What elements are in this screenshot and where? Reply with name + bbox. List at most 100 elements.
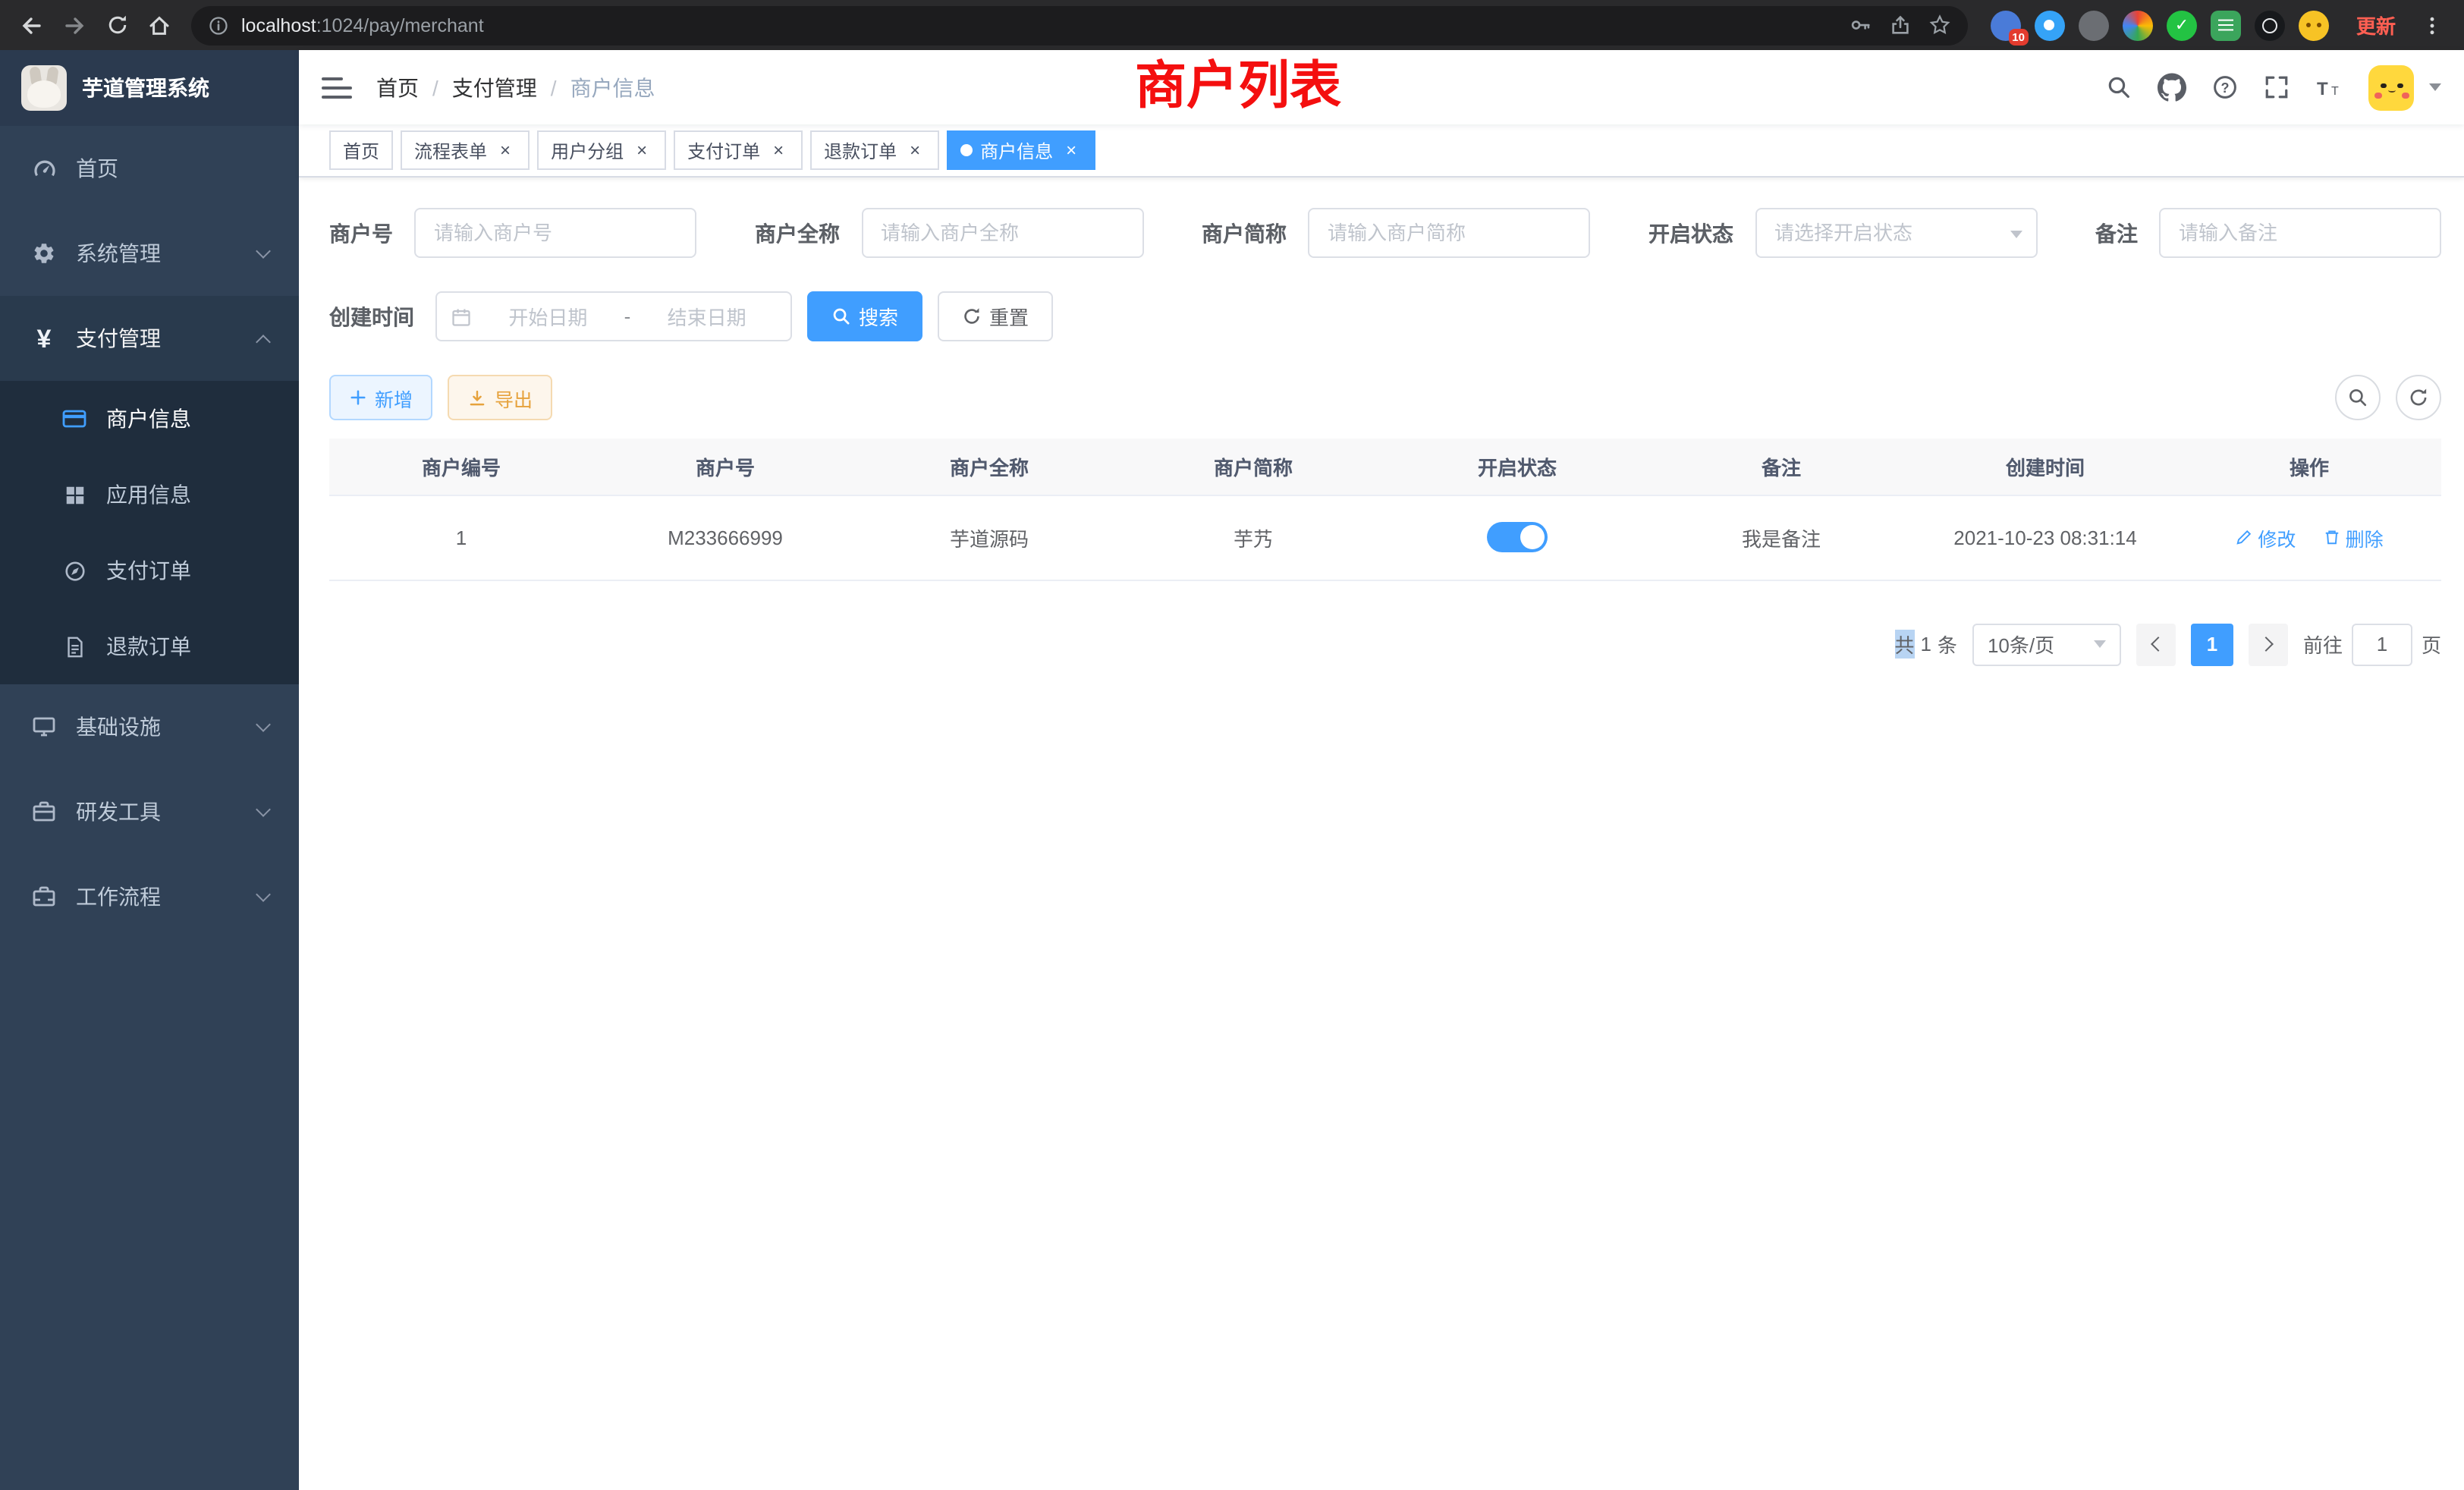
tab-process-form[interactable]: 流程表单 [401, 130, 530, 170]
sidebar-item-system[interactable]: 系统管理 [0, 211, 299, 296]
total-count: 1 [1920, 633, 1931, 655]
field-label: 商户全称 [755, 218, 840, 248]
merchant-short-name-input[interactable] [1308, 208, 1590, 258]
user-avatar[interactable] [2368, 64, 2414, 110]
close-icon[interactable] [904, 140, 926, 161]
active-dot [960, 144, 973, 156]
cell-actions: 修改 删除 [2177, 495, 2441, 580]
page-size-select[interactable]: 10条/页 [1972, 623, 2121, 665]
sidebar-item-refund-order[interactable]: 退款订单 [0, 608, 299, 684]
notes-extension-icon[interactable] [2211, 10, 2241, 40]
tab-user-group[interactable]: 用户分组 [537, 130, 666, 170]
puzzle-extension-icon[interactable]: 10 [1991, 10, 2021, 40]
content: 商户号 商户全称 商户简称 开启状态 [299, 178, 2464, 1490]
password-key-icon[interactable] [1850, 14, 1872, 36]
user-caret-down-icon[interactable] [2429, 83, 2441, 91]
tab-refund-order[interactable]: 退款订单 [810, 130, 939, 170]
field-label: 商户号 [329, 218, 393, 248]
close-icon[interactable] [631, 140, 652, 161]
breadcrumb-payment[interactable]: 支付管理 [452, 72, 537, 102]
browser-back-icon[interactable] [12, 5, 52, 45]
sidebar-item-home[interactable]: 首页 [0, 126, 299, 211]
browser-menu-dots-icon[interactable] [2412, 5, 2452, 45]
menu-label: 商户信息 [106, 404, 191, 434]
tab-home[interactable]: 首页 [329, 130, 393, 170]
delete-link[interactable]: 删除 [2323, 523, 2384, 552]
browser-toolbar: localhost:1024/pay/merchant 10 更新 [0, 0, 2464, 50]
font-size-icon[interactable]: TT [2315, 75, 2343, 99]
cell-merchant-no: M233666999 [593, 495, 857, 580]
merchant-no-input[interactable] [414, 208, 696, 258]
merchant-full-name-input[interactable] [861, 208, 1143, 258]
field-merchant-short-name: 商户简称 [1202, 208, 1590, 258]
tab-pay-order[interactable]: 支付订单 [674, 130, 803, 170]
status-toggle[interactable] [1487, 522, 1548, 552]
sidebar-item-merchant-info[interactable]: 商户信息 [0, 381, 299, 457]
start-date-placeholder[interactable]: 开始日期 [478, 302, 618, 331]
header-search-icon[interactable] [2106, 74, 2132, 100]
search-button[interactable]: 搜索 [807, 291, 922, 341]
tab-merchant-info[interactable]: 商户信息 [947, 130, 1095, 170]
help-icon[interactable]: ? [2212, 74, 2238, 100]
browser-update-button[interactable]: 更新 [2343, 11, 2409, 39]
sidebar-item-infrastructure[interactable]: 基础设施 [0, 684, 299, 769]
end-date-placeholder[interactable]: 结束日期 [636, 302, 777, 331]
sidebar-item-payment[interactable]: ¥ 支付管理 [0, 296, 299, 381]
add-button-label: 新增 [375, 383, 413, 412]
reset-button[interactable]: 重置 [938, 291, 1053, 341]
col-short-name: 商户简称 [1121, 439, 1385, 495]
close-icon[interactable] [1061, 140, 1082, 161]
browser-forward-icon[interactable] [55, 5, 94, 45]
page-1-button[interactable]: 1 [2191, 623, 2233, 665]
toggle-search-icon[interactable] [2335, 375, 2381, 420]
refresh-table-icon[interactable] [2396, 375, 2441, 420]
breadcrumb-current: 商户信息 [570, 72, 655, 102]
browser-refresh-icon[interactable] [97, 5, 137, 45]
green-check-extension-icon[interactable] [2167, 10, 2197, 40]
remark-input[interactable] [2159, 208, 2441, 258]
search-form-row-1: 商户号 商户全称 商户简称 开启状态 [329, 208, 2441, 258]
sidebar-item-workflow[interactable]: 工作流程 [0, 854, 299, 939]
navbar-actions: ? TT [2106, 64, 2441, 110]
field-remark: 备注 [2095, 208, 2441, 258]
app-logo[interactable]: 芋道管理系统 [0, 50, 299, 126]
browser-home-icon[interactable] [140, 5, 179, 45]
sidebar-item-devtools[interactable]: 研发工具 [0, 769, 299, 854]
page-size-label: 10条/页 [1988, 630, 2054, 659]
prev-page-button[interactable] [2136, 623, 2176, 665]
next-page-button[interactable] [2249, 623, 2288, 665]
export-button[interactable]: 导出 [448, 375, 552, 420]
gray-extension-icon[interactable] [2079, 10, 2109, 40]
payment-submenu: 商户信息 应用信息 支付订单 退款订单 [0, 381, 299, 684]
sidebar-item-app-info[interactable]: 应用信息 [0, 457, 299, 533]
site-info-icon[interactable] [208, 14, 229, 36]
hamburger-icon[interactable] [322, 77, 352, 98]
breadcrumb-home[interactable]: 首页 [376, 72, 419, 102]
close-icon[interactable] [495, 140, 516, 161]
col-status: 开启状态 [1385, 439, 1649, 495]
delete-link-label: 删除 [2346, 523, 2384, 552]
github-icon[interactable] [2158, 73, 2186, 102]
drop-extension-icon[interactable] [2035, 10, 2065, 40]
add-button[interactable]: 新增 [329, 375, 432, 420]
edit-link[interactable]: 修改 [2235, 523, 2296, 552]
share-icon[interactable] [1889, 14, 1912, 36]
bookmark-star-icon[interactable] [1928, 14, 1951, 36]
field-create-time: 创建时间 开始日期 - 结束日期 [329, 291, 792, 341]
status-select-input[interactable] [1755, 208, 2037, 258]
status-select[interactable] [1755, 208, 2037, 258]
app-title: 芋道管理系统 [82, 73, 209, 103]
color-wheel-extension-icon[interactable] [2123, 10, 2153, 40]
date-range-picker[interactable]: 开始日期 - 结束日期 [435, 291, 792, 341]
pagination: 共 1 条 10条/页 1 前往 页 [329, 623, 2441, 665]
sidebar-item-pay-order[interactable]: 支付订单 [0, 533, 299, 608]
browser-address-bar[interactable]: localhost:1024/pay/merchant [191, 5, 1968, 45]
search-button-label: 搜索 [859, 302, 898, 331]
fullscreen-icon[interactable] [2264, 74, 2290, 100]
cell-remark: 我是备注 [1649, 495, 1913, 580]
dark-extension-icon[interactable] [2255, 10, 2285, 40]
emoji-extension-icon[interactable] [2299, 10, 2329, 40]
search-form-row-2: 创建时间 开始日期 - 结束日期 搜索 重置 [329, 291, 2441, 341]
close-icon[interactable] [768, 140, 789, 161]
page-jump-input[interactable] [2352, 623, 2412, 665]
